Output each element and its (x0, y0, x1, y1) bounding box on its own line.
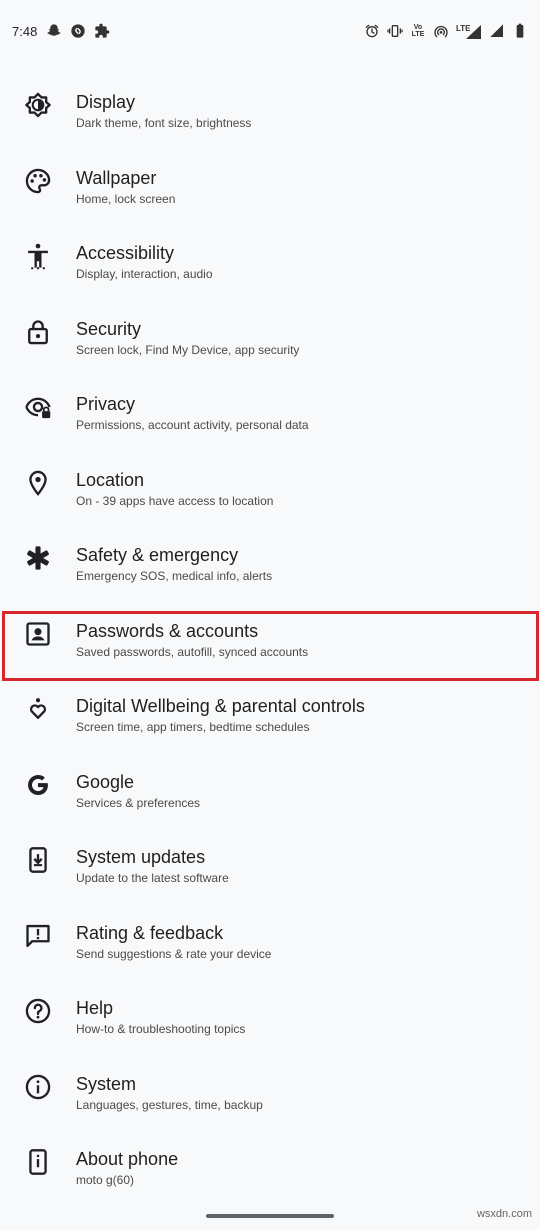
settings-item-privacy[interactable]: Privacy Permissions, account activity, p… (0, 367, 540, 443)
settings-item-help[interactable]: Help How-to & troubleshooting topics (0, 971, 540, 1047)
system-update-icon (24, 846, 52, 874)
settings-item-subtitle: Languages, gestures, time, backup (76, 1097, 263, 1112)
settings-item-subtitle: Home, lock screen (76, 191, 176, 206)
settings-item-subtitle: Screen time, app timers, bedtime schedul… (76, 720, 310, 734)
settings-item-subtitle: Emergency SOS, medical info, alerts (76, 569, 273, 583)
volte-icon: Vo LTE (411, 24, 425, 38)
gesture-nav-handle[interactable] (206, 1214, 334, 1218)
puzzle-icon (94, 22, 110, 40)
settings-item-title: Display (76, 92, 136, 112)
alarm-icon (364, 22, 380, 40)
notification-icons (46, 22, 110, 40)
settings-item-title: Security (76, 318, 142, 339)
settings-item-system[interactable]: System Languages, gestures, time, backup (0, 1047, 540, 1123)
settings-item-subtitle: Screen lock, Find My Device, app securit… (76, 342, 300, 357)
lock-icon (24, 318, 52, 346)
settings-item-subtitle: Services & preferences (76, 795, 201, 810)
highlight-box (2, 611, 539, 681)
settings-item-location[interactable]: Location On - 39 apps have access to loc… (0, 443, 540, 519)
settings-item-title: About phone (76, 1149, 179, 1169)
settings-item-title: Accessibility (76, 243, 175, 263)
settings-item-google[interactable]: Google Services & preferences (0, 745, 540, 821)
accessibility-icon (24, 242, 52, 270)
feedback-icon (24, 922, 52, 950)
settings-item-subtitle: On - 39 apps have access to location (76, 493, 274, 508)
status-bar: 7:48 Vo LTE LTE (0, 0, 540, 66)
battery-icon (512, 22, 528, 40)
settings-item-title: Rating & feedback (76, 922, 224, 943)
watermark: wsxdn.com (476, 1208, 532, 1220)
settings-item-title: Location (76, 469, 145, 490)
settings-item-subtitle: Display, interaction, audio (76, 267, 213, 281)
settings-item-wallpaper[interactable]: Wallpaper Home, lock screen (0, 141, 540, 217)
settings-item-title: System updates (76, 847, 206, 867)
settings-item-security[interactable]: Security Screen lock, Find My Device, ap… (0, 292, 540, 368)
settings-item-title: System (76, 1073, 137, 1094)
signal-icon (489, 22, 505, 40)
svg-text:LTE: LTE (456, 24, 471, 33)
lte-signal-icon: LTE (456, 22, 482, 40)
help-icon (24, 997, 52, 1025)
shazam-icon (70, 22, 86, 40)
settings-item-title: Safety & emergency (76, 545, 239, 565)
settings-item-about-phone[interactable]: About phone moto g(60) (0, 1122, 540, 1198)
settings-item-subtitle: Send suggestions & rate your device (76, 946, 272, 961)
phone-info-icon (24, 1148, 52, 1176)
settings-item-safety[interactable]: Safety & emergency Emergency SOS, medica… (0, 518, 540, 594)
settings-item-title: Privacy (76, 394, 136, 414)
settings-item-title: Digital Wellbeing & parental controls (76, 696, 365, 716)
settings-item-system-updates[interactable]: System updates Update to the latest soft… (0, 820, 540, 896)
settings-item-subtitle: Permissions, account activity, personal … (76, 418, 309, 432)
display-brightness-icon (24, 91, 52, 119)
settings-item-title: Wallpaper (76, 167, 157, 188)
hotspot-icon (433, 22, 449, 40)
google-g-icon (24, 771, 52, 799)
wellbeing-heart-icon (24, 695, 52, 723)
medical-asterisk-icon (24, 544, 52, 572)
settings-item-accessibility[interactable]: Accessibility Display, interaction, audi… (0, 216, 540, 292)
status-time: 7:48 (12, 24, 38, 39)
settings-item-subtitle: How-to & troubleshooting topics (76, 1022, 246, 1036)
settings-item-subtitle: Dark theme, font size, brightness (76, 116, 252, 130)
palette-icon (24, 167, 52, 195)
settings-item-subtitle: moto g(60) (76, 1173, 135, 1187)
snapchat-icon (46, 22, 62, 40)
vibrate-icon (387, 22, 403, 40)
settings-item-title: Help (76, 998, 114, 1018)
location-pin-icon (24, 469, 52, 497)
settings-item-subtitle: Update to the latest software (76, 871, 229, 885)
privacy-eye-icon (24, 393, 52, 421)
settings-item-rating-feedback[interactable]: Rating & feedback Send suggestions & rat… (0, 896, 540, 972)
settings-item-display[interactable]: Display Dark theme, font size, brightnes… (0, 65, 540, 141)
system-status-icons: Vo LTE LTE (364, 22, 528, 40)
info-icon (24, 1073, 52, 1101)
settings-item-title: Google (76, 771, 135, 792)
